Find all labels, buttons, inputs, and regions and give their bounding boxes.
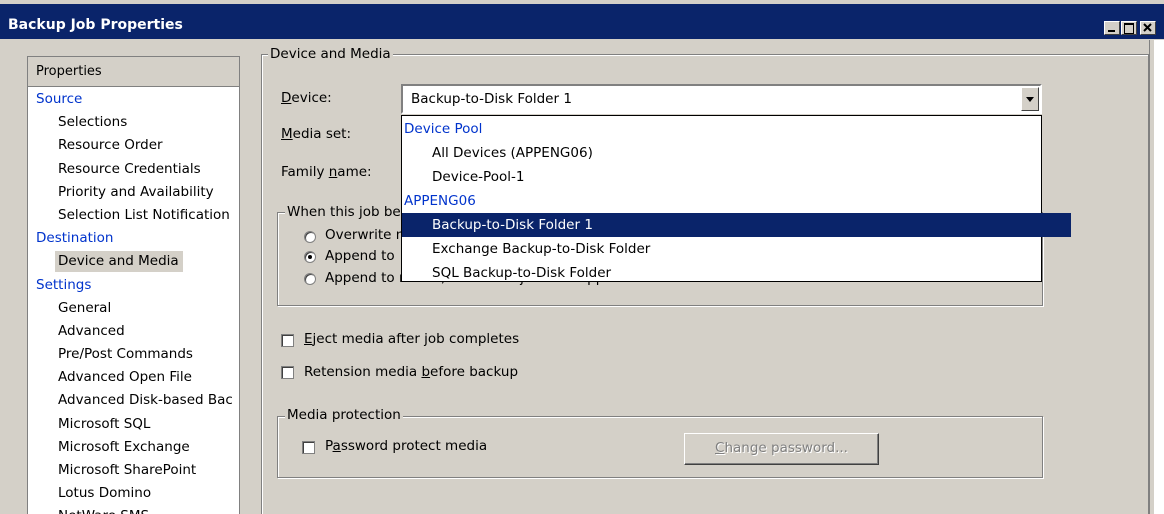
overwrite-radio[interactable]	[304, 231, 316, 243]
dropdown-option-exchange-backup-to-disk-folder[interactable]: Exchange Backup-to-Disk Folder	[402, 237, 1071, 261]
password-protect-label: Password protect media	[325, 438, 488, 454]
window-title: Backup Job Properties	[8, 17, 183, 33]
tree-item-priority-and-availability[interactable]: Priority and Availability	[28, 181, 239, 204]
tree-item-lotus-domino[interactable]: Lotus Domino	[28, 482, 239, 505]
family-name-label: Family name:	[281, 164, 372, 180]
device-label: Device:	[281, 90, 332, 106]
tree-category-settings[interactable]: Settings	[28, 274, 239, 297]
tree-item-advanced[interactable]: Advanced	[28, 320, 239, 343]
tree-item-label: Lotus Domino	[58, 485, 152, 502]
tree-item-label: Microsoft Exchange	[58, 438, 190, 455]
dropdown-option-all-devices-appeng06[interactable]: All Devices (APPENG06)	[402, 141, 1071, 165]
media-set-label: Media set:	[281, 126, 352, 142]
title-bar[interactable]: Backup Job Properties	[0, 4, 1164, 39]
tree-item-netware-sms[interactable]: NetWare SMS	[28, 505, 239, 514]
tree-item-pre-post-commands[interactable]: Pre/Post Commands	[28, 343, 239, 366]
retension-media-label: Retension media before backup	[304, 364, 519, 380]
device-dropdown-list: Device Pool All Devices (APPENG06) Device-…	[401, 115, 1071, 282]
tree-item-advanced-disk-based-bac[interactable]: Advanced Disk-based Bac	[28, 389, 239, 412]
tree-item-label: Device and Media	[55, 251, 183, 273]
tree-item-label: Advanced	[58, 322, 125, 339]
tree-item-microsoft-sharepoint[interactable]: Microsoft SharePoint	[28, 459, 239, 482]
dropdown-group-appeng06: APPENG06	[404, 193, 476, 209]
when-job-begins-group-label: When this job be	[285, 204, 403, 220]
properties-tree: Source Selections Resource Order Resource C…	[28, 88, 239, 514]
tree-item-selection-list-notification[interactable]: Selection List Notification	[28, 204, 239, 227]
change-password-button[interactable]: Change password...	[684, 433, 879, 465]
properties-header: Properties	[28, 57, 239, 87]
properties-header-label: Properties	[36, 64, 102, 79]
tree-item-label: Microsoft SharePoint	[58, 462, 197, 478]
tree-item-label: General	[58, 299, 112, 316]
tree-item-label: Advanced Open File	[58, 369, 192, 386]
tree-item-label: Pre/Post Commands	[58, 346, 193, 363]
tree-item-resource-credentials[interactable]: Resource Credentials	[28, 158, 239, 181]
dropdown-option-device-pool-1[interactable]: Device-Pool-1	[402, 165, 1071, 189]
append-radio[interactable]	[304, 251, 316, 263]
device-combobox-value: Backup-to-Disk Folder 1	[411, 91, 572, 107]
retension-media-checkbox[interactable]	[281, 366, 294, 379]
properties-panel: Properties Source Selections Resource Orde…	[27, 56, 240, 514]
append-label: Append to	[325, 248, 395, 264]
tree-item-device-and-media[interactable]: Device and Media	[28, 250, 239, 273]
minimize-button[interactable]	[1104, 21, 1120, 35]
append-terminate-radio[interactable]	[304, 273, 316, 285]
tree-item-label: Destination	[36, 230, 114, 247]
tree-item-general[interactable]: General	[28, 297, 239, 320]
media-protection-group-label: Media protection	[285, 407, 403, 423]
tree-category-source[interactable]: Source	[28, 88, 239, 111]
right-edge	[1154, 40, 1164, 514]
password-protect-checkbox[interactable]	[302, 441, 315, 454]
dropdown-group-device-pool: Device Pool	[404, 121, 483, 137]
tree-category-destination[interactable]: Destination	[28, 227, 239, 250]
tree-item-label: Resource Credentials	[58, 160, 201, 177]
dropdown-option-backup-to-disk-folder-1[interactable]: Backup-to-Disk Folder 1	[402, 213, 1071, 237]
tree-item-label: Microsoft SQL	[58, 415, 151, 432]
tree-item-selections[interactable]: Selections	[28, 111, 239, 134]
tree-item-advanced-open-file[interactable]: Advanced Open File	[28, 366, 239, 389]
eject-media-checkbox[interactable]	[281, 334, 294, 347]
dropdown-option-sql-backup-to-disk-folder[interactable]: SQL Backup-to-Disk Folder	[402, 261, 1071, 285]
tree-item-label: Advanced Disk-based Bac	[58, 392, 233, 409]
tree-item-label: Priority and Availability	[58, 183, 214, 200]
close-icon	[1143, 23, 1152, 32]
right-border	[1149, 40, 1150, 514]
tree-item-label: Resource Order	[58, 137, 163, 154]
tree-item-label: Source	[36, 91, 83, 107]
close-button[interactable]	[1140, 21, 1156, 35]
backup-job-properties-window: Backup Job Properties Properties Source S…	[0, 0, 1164, 514]
tree-item-microsoft-exchange[interactable]: Microsoft Exchange	[28, 436, 239, 459]
maximize-button[interactable]	[1121, 21, 1137, 35]
tree-item-label: Selections	[58, 114, 128, 131]
device-media-group-label: Device and Media	[268, 46, 393, 62]
tree-item-microsoft-sql[interactable]: Microsoft SQL	[28, 413, 239, 436]
tree-item-label: NetWare SMS	[58, 508, 149, 514]
eject-media-label: Eject media after job completes	[304, 331, 520, 347]
tree-item-label: Selection List Notification	[58, 206, 230, 223]
device-combobox[interactable]: Backup-to-Disk Folder 1	[401, 84, 1042, 114]
chevron-down-icon[interactable]	[1021, 87, 1039, 111]
overwrite-label: Overwrite n	[325, 227, 405, 243]
tree-item-resource-order[interactable]: Resource Order	[28, 134, 239, 157]
tree-item-label: Settings	[36, 276, 92, 293]
